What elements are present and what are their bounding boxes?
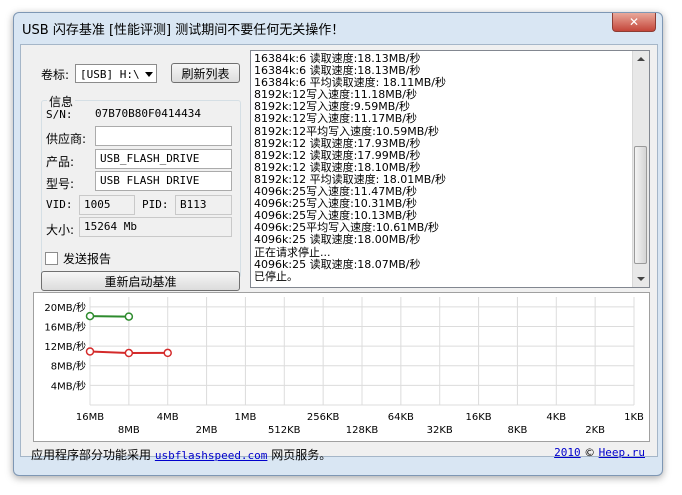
vendor-label: 供应商:: [46, 132, 87, 146]
model-field[interactable]: USB FLASH DRIVE: [95, 171, 232, 191]
data-point-write: [163, 348, 172, 358]
x-tick-label: 2KB: [585, 425, 605, 436]
x-tick-label: 1KB: [624, 412, 644, 423]
y-tick-label: 4MB/秒: [51, 379, 86, 392]
sn-label: S/N:: [46, 108, 73, 121]
speed-chart: 20MB/秒 16MB/秒 12MB/秒 8MB/秒 4MB/秒 16MB 4MB 1MB 25…: [33, 292, 650, 442]
log-line: 8192k:12写入速度:11.17MB/秒: [254, 112, 418, 126]
copyright-year-link[interactable]: 2010: [554, 446, 581, 459]
x-tick-label: 64KB: [388, 412, 414, 423]
close-button[interactable]: ✕: [612, 13, 656, 32]
pid-label: PID:: [142, 198, 169, 211]
usbflashspeed-link[interactable]: usbflashspeed.com: [155, 449, 268, 462]
log-line: 已停止。: [254, 269, 298, 283]
scroll-down-icon[interactable]: [637, 277, 645, 281]
vendor-field[interactable]: [95, 126, 232, 146]
x-tick-label: 512KB: [268, 425, 301, 436]
log-line: 8192k:12 读取速度:17.93MB/秒: [254, 136, 421, 150]
refresh-list-button[interactable]: 刷新列表: [171, 63, 240, 83]
close-icon: ✕: [628, 15, 640, 29]
log-line: 8192k:12平均写入速度:10.59MB/秒: [254, 124, 440, 138]
footer-prefix: 应用程序部分功能采用: [31, 448, 152, 462]
size-label: 大小:: [46, 223, 75, 237]
y-tick-label: 8MB/秒: [51, 360, 86, 373]
title-bar[interactable]: USB 闪存基准 [性能评测] 测试期间不要任何无关操作！ ✕: [14, 13, 662, 43]
y-tick-label: 20MB/秒: [44, 301, 86, 314]
y-tick-label: 12MB/秒: [44, 340, 86, 353]
x-tick-label: 32KB: [427, 425, 453, 436]
client-area: 卷标: [USB] H:\ 刷新列表 信息 S/N: 07B70B80F0414…: [20, 44, 658, 462]
restart-benchmark-button[interactable]: 重新启动基准: [41, 271, 240, 291]
volume-label: 卷标:: [41, 68, 70, 82]
log-textbox[interactable]: 16384k:6 读取速度:18.13MB/秒 16384k:6 读取速度:18.…: [250, 50, 650, 288]
vid-label: VID:: [46, 198, 73, 211]
vid-value: 1005: [79, 195, 135, 215]
log-lines: 16384k:6 读取速度:18.13MB/秒 16384k:6 读取速度:18.…: [254, 52, 629, 283]
data-point-write: [124, 348, 134, 358]
app-window: USB 闪存基准 [性能评测] 测试期间不要任何无关操作！ ✕ 卷标: [USB…: [13, 12, 663, 476]
x-tick-label: 2MB: [196, 425, 218, 436]
heep-link[interactable]: Heep.ru: [599, 446, 645, 459]
product-field[interactable]: USB_FLASH_DRIVE: [95, 149, 232, 169]
data-point-write: [85, 347, 95, 356]
x-tick-label: 256KB: [307, 412, 340, 423]
log-scrollbar[interactable]: [632, 51, 649, 287]
footer-suffix: 网页服务。: [271, 448, 332, 462]
x-tick-label: 4KB: [546, 412, 566, 423]
log-line: 正在请求停止...: [254, 245, 331, 259]
x-tick-label: 4MB: [157, 412, 179, 423]
scroll-thumb[interactable]: [634, 146, 647, 264]
scroll-up-icon[interactable]: [637, 57, 645, 61]
pid-value: B113: [175, 195, 232, 215]
product-label: 产品:: [46, 155, 75, 169]
model-label: 型号:: [46, 177, 75, 191]
footer-text: 应用程序部分功能采用 usbflashspeed.com 网页服务。: [31, 446, 331, 463]
window-title: USB 闪存基准 [性能评测] 测试期间不要任何无关操作！: [22, 23, 345, 38]
x-tick-label: 8MB: [118, 425, 140, 436]
x-tick-label: 16MB: [76, 412, 104, 423]
volume-select[interactable]: [USB] H:\: [75, 64, 157, 83]
data-point-read: [85, 311, 95, 321]
y-tick-label: 16MB/秒: [44, 320, 86, 333]
copyright: 2010 © Heep.ru: [554, 446, 645, 459]
x-tick-label: 16KB: [465, 412, 491, 423]
copyright-symbol: ©: [584, 446, 596, 459]
volume-select-value: [USB] H:\: [80, 68, 140, 81]
send-report-checkbox[interactable]: [45, 252, 58, 265]
log-line: 4096k:25 读取速度:18.07MB/秒: [254, 257, 421, 271]
data-point-read: [124, 312, 134, 321]
speed-chart-svg: 20MB/秒 16MB/秒 12MB/秒 8MB/秒 4MB/秒 16MB 4MB 1MB 25…: [44, 297, 644, 436]
size-value: 15264 Mb: [79, 217, 232, 237]
x-tick-label: 8KB: [508, 425, 528, 436]
log-line: 4096k:25 读取速度:18.00MB/秒: [254, 233, 421, 247]
send-report-label[interactable]: 发送报告: [63, 250, 111, 267]
x-tick-label: 128KB: [346, 425, 379, 436]
chevron-down-icon[interactable]: [145, 72, 153, 77]
x-tick-label: 1MB: [234, 412, 256, 423]
sn-value: 07B70B80F0414434: [91, 105, 232, 125]
